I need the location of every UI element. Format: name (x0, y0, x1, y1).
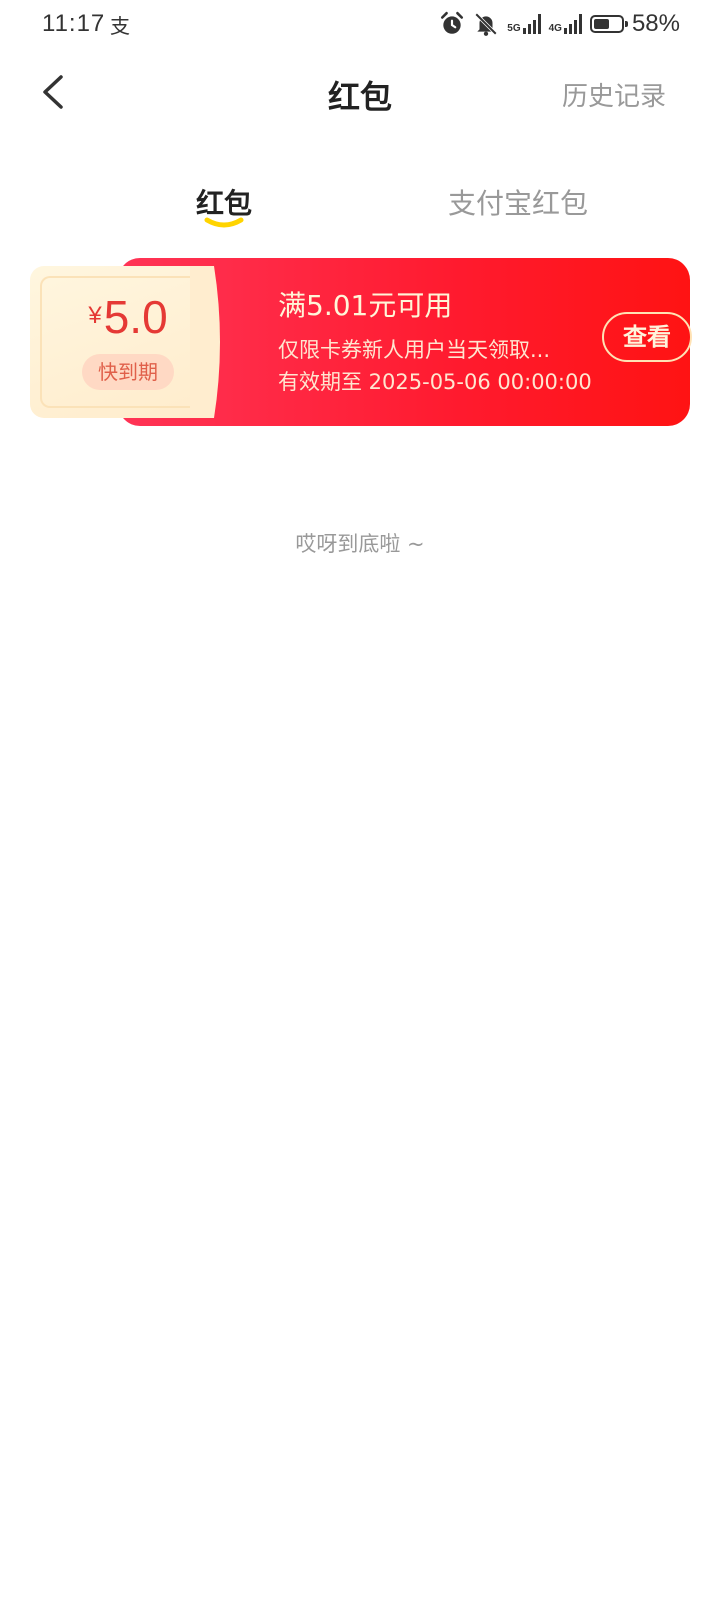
end-of-list-message: 哎呀到底啦 ~ (295, 532, 425, 556)
active-tab-indicator (204, 217, 244, 228)
battery-percent: 58% (631, 10, 680, 37)
battery-level (593, 19, 609, 29)
view-button[interactable]: 查看 (602, 312, 692, 362)
coupon-expiry: 有效期至 2025-05-06 00:00:00 (278, 370, 592, 394)
tab-bar: 红包 支付宝红包 (0, 170, 720, 240)
network-4g-label: 4G (548, 23, 562, 34)
tab-alipay-red-packet[interactable]: 支付宝红包 (448, 182, 588, 222)
currency-symbol: ¥ (88, 302, 102, 329)
status-time: 11:17 (42, 10, 106, 37)
coupon-description: 仅限卡券新人用户当天领取... (278, 338, 551, 362)
navigation-header: 红包 历史记录 (0, 58, 720, 128)
coupon-title: 满5.01元可用 (278, 289, 453, 322)
signal-5g: 5G (507, 14, 541, 34)
amount-value: 5.0 (103, 291, 168, 343)
signal-bars-icon (522, 14, 541, 34)
page: 11:17 支 5G 4G 58% 红包 历史记录 红包 支付宝红包 ¥5.0 … (0, 0, 720, 1612)
history-button[interactable]: 历史记录 (562, 76, 666, 113)
signal-4g: 4G (549, 14, 582, 34)
signal-bars-icon (563, 14, 582, 34)
alarm-icon (441, 11, 464, 34)
alipay-notification-icon: 支 (110, 16, 130, 38)
expiring-soon-badge: 快到期 (82, 354, 174, 390)
battery-icon (589, 15, 628, 33)
coupon-amount: ¥5.0 (30, 290, 226, 344)
status-bar: 11:17 支 5G 4G 58% (0, 0, 720, 48)
status-icons: 5G 4G 58% (439, 8, 680, 40)
network-5g-label: 5G (507, 23, 521, 34)
red-packet-coupon[interactable]: ¥5.0 快到期 满5.01元可用 仅限卡券新人用户当天领取... 有效期至 2… (30, 258, 692, 426)
mute-bell-icon (475, 13, 498, 36)
